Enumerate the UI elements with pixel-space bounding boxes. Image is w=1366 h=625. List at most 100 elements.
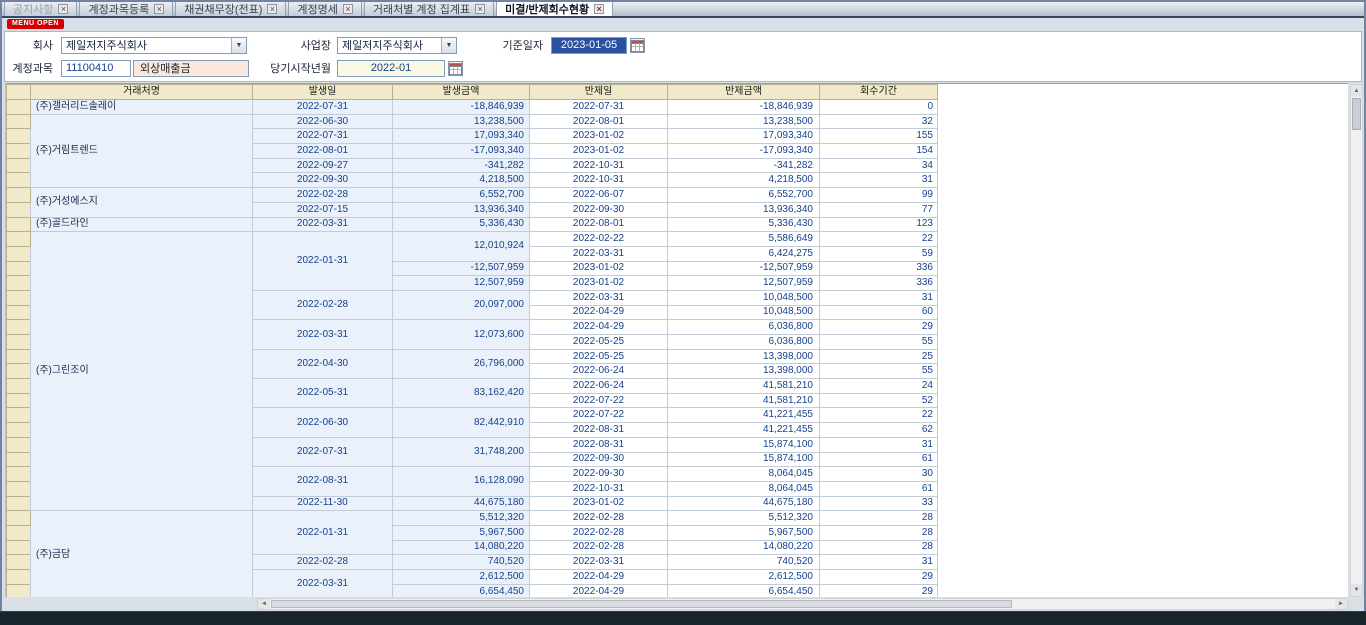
settle-amount-cell[interactable]: 41,581,210	[668, 379, 820, 394]
settle-amount-cell[interactable]: 41,581,210	[668, 393, 820, 408]
settle-date-cell[interactable]: 2022-07-31	[530, 100, 668, 115]
collect-days-cell[interactable]: 0	[820, 100, 938, 115]
collect-days-cell[interactable]: 55	[820, 335, 938, 350]
settle-date-cell[interactable]: 2022-08-31	[530, 423, 668, 438]
row-selector[interactable]	[7, 452, 31, 467]
settle-amount-cell[interactable]: 15,874,100	[668, 452, 820, 467]
row-selector[interactable]	[7, 481, 31, 496]
occur-amount-cell[interactable]: 12,010,924	[393, 232, 530, 261]
customer-name-cell[interactable]: (주)그린조이	[31, 232, 253, 511]
settle-amount-cell[interactable]: -17,093,340	[668, 144, 820, 159]
row-selector[interactable]	[7, 349, 31, 364]
settle-amount-cell[interactable]: 13,238,500	[668, 114, 820, 129]
row-selector[interactable]	[7, 188, 31, 203]
settle-amount-cell[interactable]: 6,424,275	[668, 246, 820, 261]
occur-date-cell[interactable]: 2022-07-31	[253, 437, 393, 466]
occur-amount-cell[interactable]: 2,612,500	[393, 570, 530, 585]
settle-date-cell[interactable]: 2022-10-31	[530, 173, 668, 188]
occur-amount-cell[interactable]: -18,846,939	[393, 100, 530, 115]
settle-amount-cell[interactable]: 13,398,000	[668, 364, 820, 379]
scroll-left-icon[interactable]: ◄	[258, 599, 270, 609]
customer-name-cell[interactable]: (주)거성에스지	[31, 188, 253, 217]
collect-days-cell[interactable]: 60	[820, 305, 938, 320]
occur-amount-cell[interactable]: 83,162,420	[393, 379, 530, 408]
occur-date-cell[interactable]: 2022-06-30	[253, 408, 393, 437]
occur-date-cell[interactable]: 2022-01-31	[253, 232, 393, 291]
tab-6[interactable]: 미결/반제회수현황×	[496, 0, 613, 16]
occur-amount-cell[interactable]: 6,654,450	[393, 584, 530, 597]
settle-date-cell[interactable]: 2023-01-02	[530, 496, 668, 511]
collect-days-cell[interactable]: 25	[820, 349, 938, 364]
settle-date-cell[interactable]: 2022-07-22	[530, 393, 668, 408]
settle-date-cell[interactable]: 2022-04-29	[530, 570, 668, 585]
settle-date-cell[interactable]: 2022-06-07	[530, 188, 668, 203]
settle-date-cell[interactable]: 2022-03-31	[530, 555, 668, 570]
collect-days-cell[interactable]: 31	[820, 437, 938, 452]
row-selector[interactable]	[7, 305, 31, 320]
collect-days-cell[interactable]: 31	[820, 173, 938, 188]
menu-open-button[interactable]: MENU OPEN	[7, 19, 64, 29]
settle-amount-cell[interactable]: 5,336,430	[668, 217, 820, 232]
row-selector[interactable]	[7, 246, 31, 261]
row-selector[interactable]	[7, 393, 31, 408]
occur-amount-cell[interactable]: 44,675,180	[393, 496, 530, 511]
row-selector[interactable]	[7, 437, 31, 452]
settle-date-cell[interactable]: 2022-02-28	[530, 511, 668, 526]
occur-amount-cell[interactable]: 12,507,959	[393, 276, 530, 291]
settle-amount-cell[interactable]: 8,064,045	[668, 467, 820, 482]
tab-close-icon[interactable]: ×	[154, 4, 164, 14]
tab-close-icon[interactable]: ×	[594, 4, 604, 14]
collect-days-cell[interactable]: 29	[820, 570, 938, 585]
collect-days-cell[interactable]: 77	[820, 202, 938, 217]
collect-days-cell[interactable]: 61	[820, 481, 938, 496]
row-selector[interactable]	[7, 232, 31, 247]
settle-date-cell[interactable]: 2022-04-29	[530, 584, 668, 597]
row-selector[interactable]	[7, 261, 31, 276]
collect-days-cell[interactable]: 22	[820, 232, 938, 247]
occur-amount-cell[interactable]: 13,238,500	[393, 114, 530, 129]
tab-close-icon[interactable]: ×	[267, 4, 277, 14]
collect-days-cell[interactable]: 59	[820, 246, 938, 261]
row-selector[interactable]	[7, 496, 31, 511]
occur-amount-cell[interactable]: 16,128,090	[393, 467, 530, 496]
account-code-input[interactable]: 11100410	[61, 60, 131, 77]
settle-amount-cell[interactable]: 41,221,455	[668, 408, 820, 423]
row-selector[interactable]	[7, 584, 31, 597]
chevron-down-icon[interactable]: ▼	[441, 38, 456, 53]
settle-date-cell[interactable]: 2022-07-22	[530, 408, 668, 423]
row-selector[interactable]	[7, 555, 31, 570]
collect-days-cell[interactable]: 28	[820, 525, 938, 540]
occur-amount-cell[interactable]: 14,080,220	[393, 540, 530, 555]
row-selector[interactable]	[7, 335, 31, 350]
settle-date-cell[interactable]: 2023-01-02	[530, 129, 668, 144]
occur-date-cell[interactable]: 2022-02-28	[253, 290, 393, 319]
settle-date-cell[interactable]: 2022-03-31	[530, 290, 668, 305]
occur-date-cell[interactable]: 2022-07-31	[253, 100, 393, 115]
settle-date-cell[interactable]: 2022-09-30	[530, 452, 668, 467]
vertical-scrollbar[interactable]: ▲ ▼	[1350, 84, 1363, 597]
collect-days-cell[interactable]: 32	[820, 114, 938, 129]
settle-date-cell[interactable]: 2022-10-31	[530, 158, 668, 173]
settle-date-cell[interactable]: 2022-04-29	[530, 305, 668, 320]
settle-amount-cell[interactable]: 10,048,500	[668, 305, 820, 320]
occur-date-cell[interactable]: 2022-02-28	[253, 555, 393, 570]
settle-amount-cell[interactable]: 2,612,500	[668, 570, 820, 585]
settle-date-cell[interactable]: 2022-10-31	[530, 481, 668, 496]
occur-amount-cell[interactable]: 13,936,340	[393, 202, 530, 217]
occur-date-cell[interactable]: 2022-08-31	[253, 467, 393, 496]
settle-date-cell[interactable]: 2022-06-24	[530, 379, 668, 394]
row-selector[interactable]	[7, 570, 31, 585]
occur-amount-cell[interactable]: 6,552,700	[393, 188, 530, 203]
settle-amount-cell[interactable]: 13,398,000	[668, 349, 820, 364]
settle-amount-cell[interactable]: 6,036,800	[668, 335, 820, 350]
settle-amount-cell[interactable]: 6,552,700	[668, 188, 820, 203]
row-selector[interactable]	[7, 114, 31, 129]
settle-date-cell[interactable]: 2022-04-29	[530, 320, 668, 335]
collect-days-cell[interactable]: 29	[820, 584, 938, 597]
header-occur-date[interactable]: 발생일	[253, 85, 393, 100]
settle-date-cell[interactable]: 2022-08-01	[530, 114, 668, 129]
tab-close-icon[interactable]: ×	[58, 4, 68, 14]
settle-date-cell[interactable]: 2022-03-31	[530, 246, 668, 261]
settle-date-cell[interactable]: 2022-08-01	[530, 217, 668, 232]
row-selector[interactable]	[7, 217, 31, 232]
